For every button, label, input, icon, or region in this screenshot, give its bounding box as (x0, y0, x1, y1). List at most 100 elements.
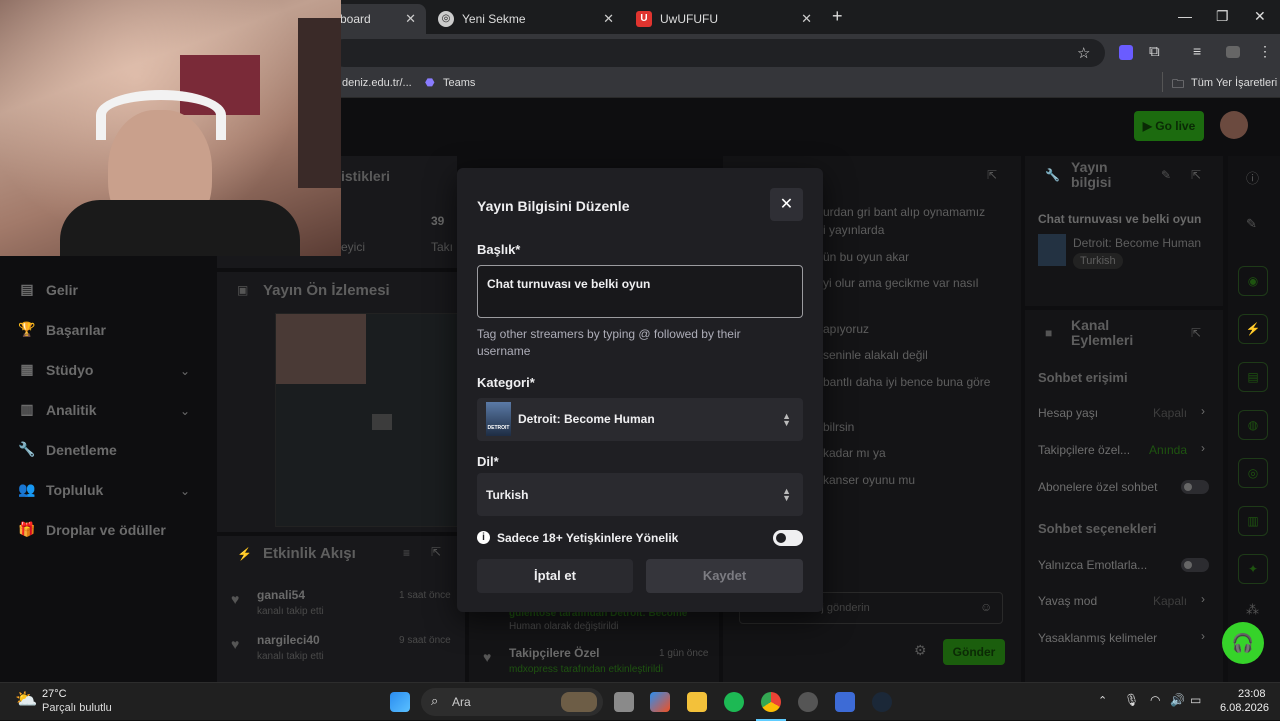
popout-icon[interactable]: ⇱ (1191, 168, 1201, 182)
heart-icon: ♥ (483, 649, 492, 665)
puzzle-icon[interactable]: ⧉ (1149, 43, 1160, 60)
tab-uwufufu[interactable]: U UwUFUFU ✕ (626, 4, 822, 34)
windows-start-icon[interactable] (390, 692, 410, 712)
share-icon[interactable]: ⁂ (1246, 602, 1259, 618)
chevron-down-icon[interactable]: ⌄ (180, 364, 190, 378)
sidebar-item-label: Droplar ve ödüller (46, 521, 166, 538)
filter-icon[interactable]: ≡ (403, 546, 410, 560)
slow-mode-value[interactable]: Kapalı (1153, 594, 1187, 608)
close-icon[interactable]: ✕ (603, 11, 614, 27)
category-select[interactable]: DETROIT Detroit: Become Human ▲ ▼ (477, 398, 803, 441)
sidebar-item-label: Stüdyo (46, 361, 94, 378)
popout-icon[interactable]: ⇱ (1191, 326, 1201, 340)
popout-icon[interactable]: ⇱ (987, 168, 997, 182)
emote-only-toggle[interactable] (1181, 558, 1209, 572)
chevron-right-icon[interactable]: › (1201, 441, 1205, 455)
sidebar-item-analitik[interactable]: ▥ Analitik (18, 401, 96, 418)
battery-icon[interactable]: ▭ (1190, 693, 1201, 707)
mature-toggle[interactable] (773, 530, 803, 546)
chevron-right-icon[interactable]: › (1201, 592, 1205, 606)
maximize-icon[interactable]: ❐ (1216, 8, 1229, 25)
chevron-right-icon[interactable]: › (1201, 629, 1205, 643)
obs-icon[interactable] (798, 692, 818, 712)
tab-dashboard[interactable]: board ✕ (330, 4, 426, 34)
star-icon[interactable]: ☆ (1077, 44, 1090, 62)
lightning-icon[interactable]: ⚡ (1238, 314, 1268, 344)
broadcast-icon[interactable]: ◎ (1238, 458, 1268, 488)
support-headset-icon[interactable]: 🎧 (1222, 622, 1264, 664)
window-close-icon[interactable]: ✕ (1254, 8, 1266, 25)
close-button[interactable]: ✕ (770, 188, 803, 221)
chrome-icon[interactable] (761, 692, 781, 712)
sidebar-item-droplar[interactable]: 🎁 Droplar ve ödüller (18, 521, 166, 538)
chat-bubble-icon[interactable]: ◍ (1238, 410, 1268, 440)
wrench-icon[interactable]: ✦ (1238, 554, 1268, 584)
layout-icon[interactable]: ▥ (1238, 506, 1268, 536)
sidebar-item-label: Başarılar (46, 321, 106, 338)
avatar[interactable] (1220, 111, 1248, 139)
menu-icon[interactable]: ⋮ (1258, 43, 1272, 60)
close-icon[interactable]: ✕ (405, 11, 416, 27)
activity-user[interactable]: ganali54 (257, 588, 305, 602)
webcam-overlay (0, 0, 341, 256)
sidebar-item-denetleme[interactable]: 🔧 Denetleme (18, 441, 117, 458)
minimize-icon[interactable]: — (1178, 8, 1192, 24)
toggle-knob (776, 533, 786, 543)
profile-icon[interactable] (1226, 46, 1240, 58)
media-icon[interactable]: ≡ (1193, 43, 1201, 59)
tab-label: board (340, 12, 371, 26)
gear-icon[interactable]: ⚙ (914, 642, 927, 659)
new-tab-button[interactable]: + (832, 6, 843, 27)
channel-actions-title: Kanal Eylemleri (1071, 317, 1134, 348)
sidebar-item-topluluk[interactable]: 👥 Topluluk (18, 481, 103, 498)
cancel-button[interactable]: İptal et (477, 559, 633, 593)
activity-user[interactable]: nargileci40 (257, 633, 320, 647)
edit-icon[interactable]: ✎ (1246, 216, 1257, 232)
wifi-icon[interactable]: ◠ (1150, 693, 1160, 707)
steam-icon[interactable] (872, 692, 892, 712)
chevron-up-icon[interactable]: ⌃ (1098, 694, 1107, 707)
modal-title: Yayın Bilgisini Düzenle (477, 198, 630, 214)
title-input[interactable]: Chat turnuvası ve belki oyun (477, 265, 803, 318)
info-icon[interactable]: i (477, 531, 490, 544)
sidebar-item-gelir[interactable]: ▤ Gelir (18, 281, 78, 298)
chevron-right-icon[interactable]: › (1201, 404, 1205, 418)
info-icon[interactable]: ⓘ (1246, 168, 1259, 187)
followers-only-value[interactable]: Anında (1149, 443, 1187, 457)
chevron-down-icon[interactable]: ⌄ (180, 484, 190, 498)
save-button[interactable]: Kaydet (646, 559, 803, 593)
send-label: Gönder (952, 645, 996, 659)
store-icon[interactable] (650, 692, 670, 712)
subs-only-toggle[interactable] (1181, 480, 1209, 494)
speaker-icon[interactable]: 🔊 (1170, 693, 1185, 707)
sidebar-item-basarilar[interactable]: 🏆 Başarılar (18, 321, 106, 338)
microphone-icon[interactable]: 🎙 (1124, 693, 1139, 707)
weather-icon[interactable]: ⛅ (15, 689, 37, 710)
send-button[interactable]: Gönder (943, 639, 1005, 665)
extension-shield-icon[interactable] (1119, 45, 1133, 60)
preview-thumbnail[interactable] (275, 313, 465, 527)
emoji-icon[interactable]: ☺ (980, 600, 992, 614)
bookmark-item[interactable]: Teams (443, 77, 475, 89)
task-view-icon[interactable] (614, 692, 634, 712)
account-age-value[interactable]: Kapalı (1153, 406, 1187, 420)
all-bookmarks[interactable]: Tüm Yer İşaretleri (1191, 77, 1277, 89)
edit-icon[interactable]: ✎ (1161, 168, 1171, 182)
bookmark-item[interactable]: deniz.edu.tr/... (342, 77, 412, 89)
document-icon[interactable]: ▤ (1238, 362, 1268, 392)
popout-icon[interactable]: ⇱ (431, 545, 441, 559)
spotify-icon[interactable] (724, 692, 744, 712)
app-icon[interactable] (835, 692, 855, 712)
camera-icon[interactable]: ◉ (1238, 266, 1268, 296)
taskbar-search[interactable]: ⌕ Ara (421, 688, 603, 716)
tab-new[interactable]: ◎ Yeni Sekme ✕ (428, 4, 624, 34)
language-select[interactable]: Turkish ▲ ▼ (477, 473, 803, 516)
address-bar[interactable] (330, 39, 1105, 67)
chat-message: apıyoruz (823, 322, 870, 336)
sidebar-item-studyo[interactable]: ▦ Stüdyo (18, 361, 93, 378)
close-icon[interactable]: ✕ (801, 11, 812, 27)
chevron-down-icon[interactable]: ⌄ (180, 404, 190, 418)
go-live-button[interactable]: ▶ Go live (1134, 111, 1204, 141)
category-label: Kategori* (477, 375, 535, 390)
file-explorer-icon[interactable] (687, 692, 707, 712)
